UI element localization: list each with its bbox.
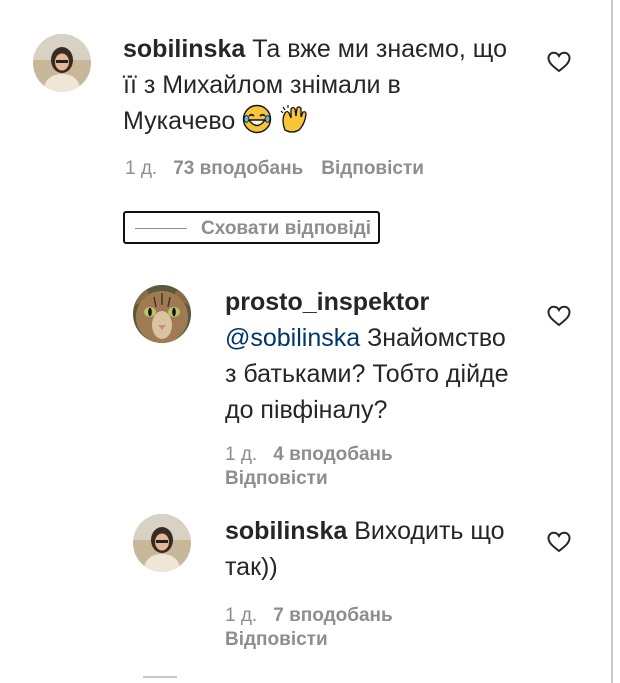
reply-text: з батьками? Тобто дійде <box>225 360 509 388</box>
likes-count[interactable]: 4 вподобань <box>273 444 392 465</box>
comment-username[interactable]: sobilinska <box>123 35 245 63</box>
clapping-hands-emoji-icon <box>279 104 309 134</box>
reply-timestamp[interactable]: 1 д. <box>225 605 257 626</box>
likes-count[interactable]: 7 вподобань <box>273 605 392 626</box>
grinning-tears-emoji-icon <box>242 104 272 134</box>
hide-replies-button[interactable]: Сховати відповіді <box>123 211 380 244</box>
comment-text: її з Михайлом знімали в <box>123 71 401 99</box>
reply-text: Виходить що <box>347 517 505 545</box>
like-heart-icon[interactable] <box>547 305 571 327</box>
likes-count[interactable]: 73 вподобань <box>173 158 303 179</box>
view-more-divider <box>143 676 177 678</box>
reply-text: Знайомство <box>360 324 506 352</box>
reply-text: до півфіналу? <box>225 396 388 424</box>
reply-meta: 1 д. 4 вподобань Відповісти <box>225 443 411 491</box>
hide-replies-label: Сховати відповіді <box>201 218 372 239</box>
like-heart-icon[interactable] <box>547 51 571 73</box>
mention-link[interactable]: @sobilinska <box>225 324 360 352</box>
reply-meta: 1 д. 7 вподобань Відповісти <box>225 604 411 652</box>
reply-button[interactable]: Відповісти <box>225 467 411 491</box>
avatar[interactable] <box>133 285 191 343</box>
reply-body: prosto_inspektor @sobilinska Знайомство … <box>225 284 509 428</box>
comments-panel: sobilinska Та вже ми знаємо, що її з Мих… <box>0 0 613 683</box>
comment-meta: 1 д. 73 вподобань Відповісти <box>125 157 424 181</box>
comment-timestamp[interactable]: 1 д. <box>125 158 157 179</box>
comment-text: Мукачево <box>123 107 236 135</box>
comment-text: Та вже ми знаємо, що <box>245 35 507 63</box>
reply-timestamp[interactable]: 1 д. <box>225 444 257 465</box>
reply-body: sobilinska Виходить що так)) <box>225 513 505 585</box>
avatar[interactable] <box>133 514 191 572</box>
reply-username[interactable]: sobilinska <box>225 517 347 545</box>
comment-body: sobilinska Та вже ми знаємо, що її з Мих… <box>123 31 507 139</box>
divider-line <box>135 228 187 229</box>
reply-username[interactable]: prosto_inspektor <box>225 288 429 316</box>
reply-button[interactable]: Відповісти <box>321 158 424 179</box>
reply-button[interactable]: Відповісти <box>225 628 411 652</box>
like-heart-icon[interactable] <box>547 531 571 553</box>
reply-text: так)) <box>225 553 278 581</box>
avatar[interactable] <box>33 34 91 92</box>
